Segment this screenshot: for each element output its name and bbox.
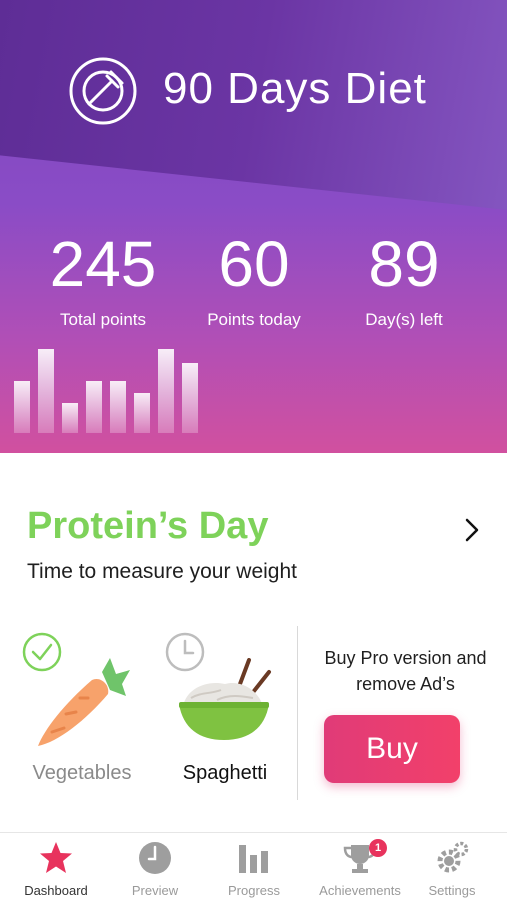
- food-label: Vegetables: [32, 762, 132, 784]
- stat-label: Total points: [60, 310, 146, 329]
- stat-label: Day(s) left: [365, 310, 443, 329]
- food-item-vegetables[interactable]: Vegetables: [12, 624, 152, 794]
- stat-days-left: 89 Day(s) left: [319, 228, 489, 330]
- vertical-divider: [297, 626, 298, 800]
- tab-bar: Dashboard Preview Progress 1 Achievement…: [0, 832, 507, 900]
- promo-text: Buy Pro version and remove Ad’s: [324, 648, 487, 694]
- decorative-bar-graphic: [14, 343, 204, 433]
- stat-points-today: 60 Points today: [169, 228, 339, 330]
- tab-settings[interactable]: Settings: [402, 839, 502, 899]
- decor-bar: [62, 403, 78, 433]
- decor-bar: [158, 349, 174, 433]
- food-label: Spaghetti: [182, 762, 268, 784]
- stat-value: 89: [368, 228, 440, 300]
- stat-value: 60: [218, 228, 290, 300]
- stat-label: Points today: [207, 310, 301, 329]
- star-icon: [40, 842, 72, 873]
- food-item-spaghetti[interactable]: Spaghetti: [155, 624, 295, 794]
- plate-fork-icon: [69, 57, 137, 125]
- tab-dashboard[interactable]: Dashboard: [6, 839, 106, 899]
- decor-bar: [38, 349, 54, 433]
- tab-preview[interactable]: Preview: [105, 839, 205, 899]
- noodle-bowl-icon: [179, 658, 271, 740]
- carrot-icon: [38, 658, 130, 746]
- tab-achievements[interactable]: 1 Achievements: [310, 839, 410, 899]
- tab-progress[interactable]: Progress: [204, 839, 304, 899]
- app-title: 90 Days Diet: [163, 64, 427, 113]
- decor-bar: [110, 381, 126, 433]
- stat-total-points: 245 Total points: [18, 228, 188, 330]
- chevron-right-icon[interactable]: [462, 516, 482, 544]
- buy-button[interactable]: Buy: [324, 715, 460, 783]
- tab-label: Settings: [428, 883, 476, 898]
- clock-icon: [139, 842, 171, 874]
- tab-label: Dashboard: [24, 883, 88, 898]
- bar-chart-icon: [239, 845, 268, 873]
- decor-bar: [14, 381, 30, 433]
- tab-label: Progress: [227, 883, 281, 898]
- day-title[interactable]: Protein’s Day: [27, 505, 268, 548]
- decor-bar: [182, 363, 198, 433]
- decor-bar: [134, 393, 150, 433]
- achievements-badge: 1: [369, 839, 387, 857]
- decor-bar: [86, 381, 102, 433]
- tab-label: Achievements: [319, 883, 401, 898]
- gear-icon: [437, 841, 469, 873]
- day-subtitle: Time to measure your weight: [27, 560, 297, 583]
- hero-header: 90 Days Diet 245 Total points 60 Points …: [0, 0, 507, 453]
- tab-label: Preview: [131, 883, 179, 898]
- stat-value: 245: [49, 228, 157, 300]
